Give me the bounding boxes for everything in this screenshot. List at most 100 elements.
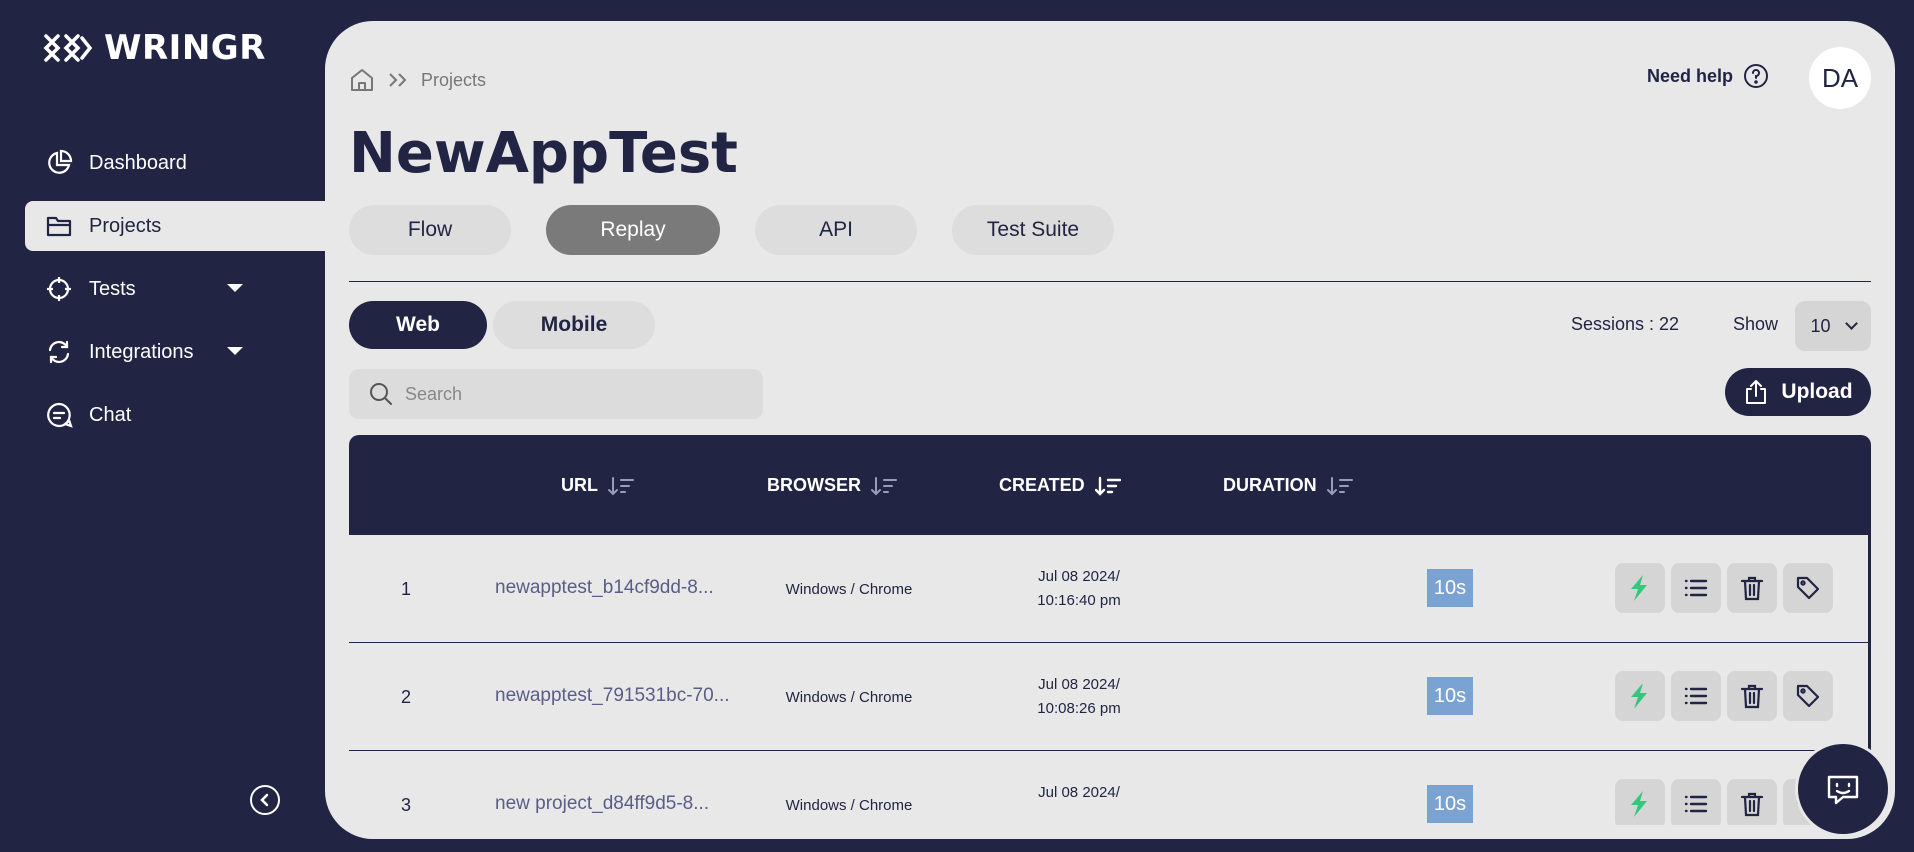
sidebar-item-label: Integrations (89, 340, 194, 363)
show-label: Show (1733, 314, 1779, 334)
session-browser: Windows / Chrome (785, 689, 913, 706)
pie-chart-icon (45, 149, 73, 177)
avatar[interactable]: DA (1809, 47, 1871, 109)
list-icon (1684, 795, 1708, 813)
sidebar-item-chat[interactable]: Chat (25, 390, 325, 440)
refresh-icon (45, 338, 73, 366)
page-size-value: 10 (1810, 315, 1831, 336)
sidebar-item-label: Tests (89, 277, 136, 300)
session-created: Jul 08 2024/ 10:08:26 pm (999, 673, 1159, 721)
folder-icon (45, 212, 73, 240)
tab-replay[interactable]: Replay (546, 205, 720, 255)
session-created: Jul 08 2024/ 10:16:40 pm (999, 565, 1159, 613)
breadcrumb-current[interactable]: Projects (421, 70, 486, 91)
sidebar-item-label: Dashboard (89, 151, 187, 174)
main-panel: Projects Need help DA NewAppTest Flow Re… (325, 21, 1895, 839)
duration-badge: 10s (1427, 569, 1473, 607)
home-icon[interactable] (349, 67, 375, 93)
page-size-select[interactable]: 10 (1795, 301, 1871, 351)
table-header: URL BROWSER CREATED DURATION (349, 435, 1871, 535)
lightning-icon (1631, 575, 1647, 601)
column-browser[interactable]: BROWSER (767, 475, 897, 496)
caret-down-icon[interactable] (227, 347, 243, 355)
row-number: 1 (401, 579, 412, 599)
need-help-label: Need help (1647, 65, 1734, 86)
table-row[interactable]: 2 newapptest_791531bc-70... Windows / Ch… (349, 643, 1871, 751)
tag-button[interactable] (1783, 563, 1833, 613)
sidebar-item-label: Chat (89, 403, 132, 426)
question-circle-icon (1744, 64, 1769, 88)
row-actions (1615, 671, 1833, 721)
tab-flow[interactable]: Flow (349, 205, 511, 255)
delete-button[interactable] (1727, 563, 1777, 613)
session-browser: Windows / Chrome (785, 797, 913, 814)
crosshair-icon (45, 275, 73, 303)
row-actions (1615, 563, 1833, 613)
created-time: 10:08:26 pm (1037, 700, 1121, 717)
list-icon (1684, 687, 1708, 705)
tab-test-suite[interactable]: Test Suite (952, 205, 1114, 255)
list-icon (1684, 579, 1708, 597)
column-label: DURATION (1223, 475, 1317, 495)
sidebar-item-dashboard[interactable]: Dashboard (25, 138, 325, 188)
session-url[interactable]: new project_d84ff9d5-8... (495, 793, 735, 815)
chat-bubble-icon (45, 401, 73, 429)
chevron-left-icon (260, 793, 269, 807)
tab-bar: Flow Replay API Test Suite (349, 205, 1114, 255)
sort-icon (1094, 476, 1121, 496)
sidebar-item-tests[interactable]: Tests (25, 264, 325, 314)
need-help-link[interactable]: Need help (1647, 63, 1769, 89)
tab-api[interactable]: API (755, 205, 917, 255)
sidebar-nav: Dashboard Projects Tests Integrations Ch… (25, 138, 325, 453)
session-url[interactable]: newapptest_b14cf9dd-8... (495, 577, 735, 599)
sidebar-item-integrations[interactable]: Integrations (25, 327, 325, 377)
column-created[interactable]: CREATED (999, 475, 1121, 496)
duration-badge: 10s (1427, 677, 1473, 715)
collapse-sidebar-button[interactable] (250, 785, 280, 815)
page-title: NewAppTest (349, 121, 738, 186)
divider (349, 281, 1871, 282)
chat-smile-icon (1827, 775, 1859, 805)
details-button[interactable] (1671, 779, 1721, 825)
replay-button[interactable] (1615, 671, 1665, 721)
double-chevron-right-icon (389, 73, 407, 87)
sessions-table: URL BROWSER CREATED DURATION 1 newapptes… (349, 435, 1871, 825)
created-date: Jul 08 2024/ (1038, 784, 1120, 801)
table-row[interactable]: 1 newapptest_b14cf9dd-8... Windows / Chr… (349, 535, 1871, 643)
subtab-mobile[interactable]: Mobile (493, 301, 655, 349)
breadcrumb: Projects (349, 67, 486, 93)
upload-button[interactable]: Upload (1725, 368, 1871, 416)
session-browser: Windows / Chrome (785, 581, 913, 598)
session-url[interactable]: newapptest_791531bc-70... (495, 685, 735, 707)
table-row[interactable]: 3 new project_d84ff9d5-8... Windows / Ch… (349, 751, 1871, 825)
sort-icon (608, 476, 634, 495)
platform-toggle: Web Mobile (349, 301, 655, 349)
tag-button[interactable] (1783, 671, 1833, 721)
replay-button[interactable] (1615, 779, 1665, 825)
upload-icon (1746, 380, 1767, 404)
duration-badge: 10s (1427, 785, 1473, 823)
column-url[interactable]: URL (561, 475, 634, 496)
sidebar-item-label: Projects (89, 214, 162, 237)
chat-support-button[interactable] (1795, 741, 1891, 837)
table-scrollbar[interactable] (1868, 535, 1871, 755)
details-button[interactable] (1671, 671, 1721, 721)
row-number: 2 (401, 687, 412, 707)
subtab-web[interactable]: Web (349, 301, 487, 349)
sort-icon (1326, 476, 1353, 495)
session-created: Jul 08 2024/ (999, 781, 1159, 805)
search-input[interactable] (405, 383, 735, 405)
column-duration[interactable]: DURATION (1223, 475, 1353, 496)
details-button[interactable] (1671, 563, 1721, 613)
delete-button[interactable] (1727, 671, 1777, 721)
caret-down-icon[interactable] (227, 284, 243, 292)
sidebar-item-projects[interactable]: Projects (25, 201, 325, 251)
replay-button[interactable] (1615, 563, 1665, 613)
tag-icon (1796, 576, 1820, 600)
delete-button[interactable] (1727, 779, 1777, 825)
logo-mark-icon (43, 34, 93, 62)
trash-icon (1740, 792, 1764, 817)
row-number: 3 (401, 795, 412, 815)
column-label: BROWSER (767, 475, 861, 495)
column-label: CREATED (999, 475, 1085, 495)
